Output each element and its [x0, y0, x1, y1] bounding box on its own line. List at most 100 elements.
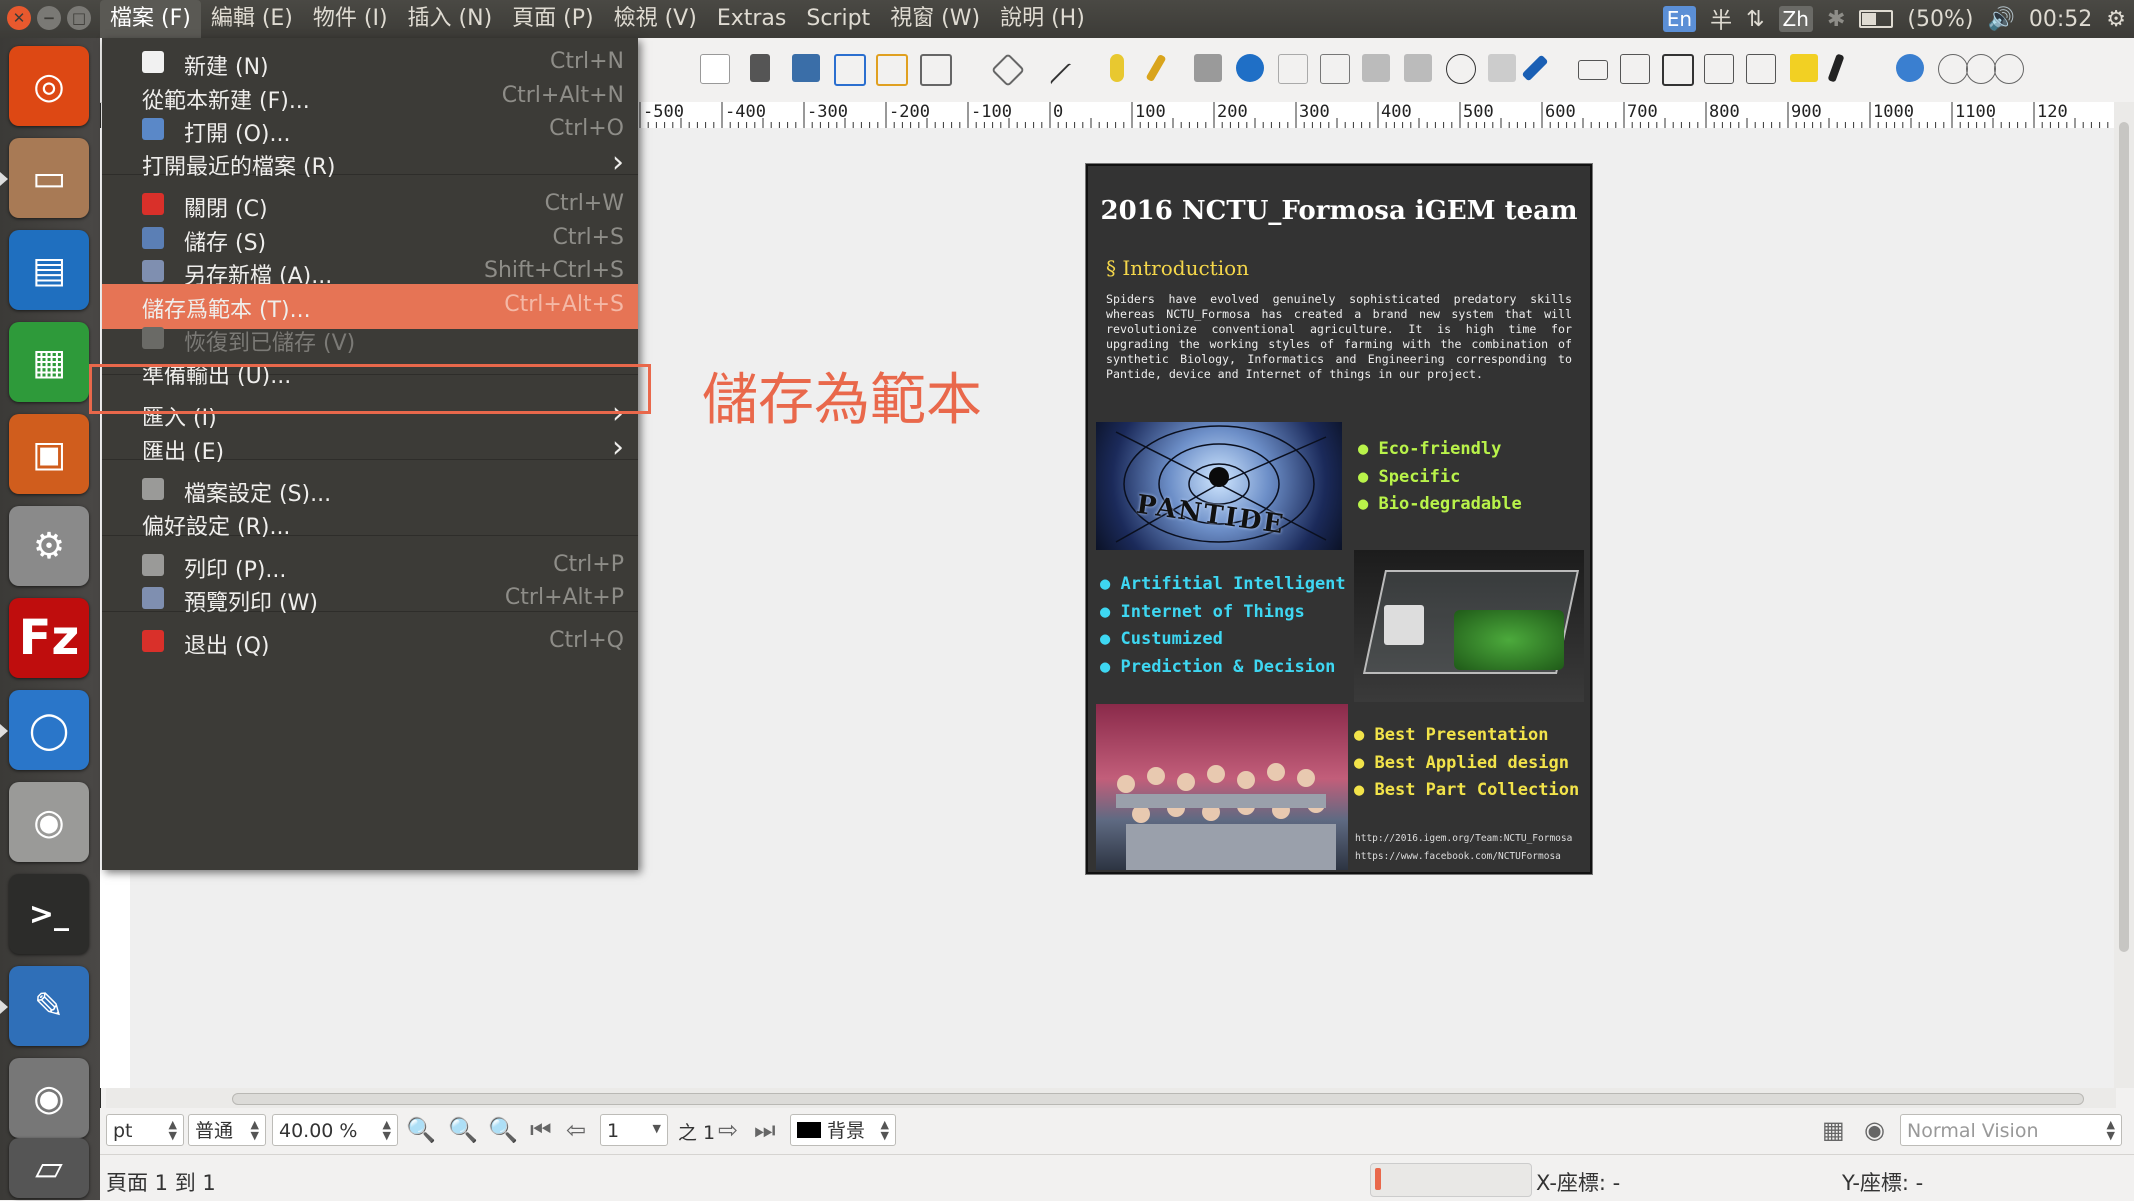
ubuntu-dash-icon[interactable]: ◎ — [9, 46, 89, 126]
copy-properties-icon[interactable] — [1488, 54, 1516, 82]
text-frame-icon[interactable] — [750, 54, 770, 82]
poster-page[interactable]: 2016 NCTU_Formosa iGEM team § Introducti… — [1086, 164, 1592, 874]
menu-edit[interactable]: 編輯 (E) — [201, 0, 303, 38]
freehand-icon[interactable] — [1145, 53, 1167, 83]
menu-insert[interactable]: 插入 (N) — [398, 0, 503, 38]
menu-item[interactable]: 物件 (I) — [303, 0, 398, 38]
vertical-scrollbar[interactable] — [2114, 102, 2134, 1088]
page-number-input[interactable]: 1 ▼ — [600, 1114, 668, 1146]
zoom-input[interactable]: 40.00 % ▲ ▼ — [272, 1114, 398, 1146]
impress-icon[interactable]: ▣ — [9, 414, 89, 494]
bluetooth-icon[interactable]: ✱ — [1827, 7, 1845, 32]
pdf-listbox-icon[interactable] — [1746, 54, 1776, 84]
award-item[interactable]: Best Applied design — [1354, 750, 1579, 778]
menu-extras[interactable]: Extras — [707, 0, 797, 38]
feature-item[interactable]: Eco-friendly — [1358, 436, 1522, 464]
pdf-annotation-icon[interactable] — [1790, 54, 1818, 82]
horizontal-scroll-thumb[interactable] — [232, 1093, 2084, 1105]
menu-item-open-recent[interactable]: 打開最近的檔案 (R) › — [102, 141, 638, 186]
render-frame-icon[interactable] — [834, 54, 866, 86]
zoom-out-icon[interactable]: 🔍 — [406, 1116, 436, 1144]
rotate-icon[interactable] — [1194, 54, 1222, 82]
pdf-link-icon[interactable] — [1827, 53, 1845, 83]
facebook-url[interactable]: https://www.facebook.com/NCTUFormosa — [1355, 848, 1572, 866]
minimize-window-button[interactable]: − — [37, 6, 61, 30]
table-icon[interactable] — [876, 54, 908, 86]
first-page-icon[interactable]: ⏮ — [530, 1116, 552, 1144]
image-frame-icon[interactable] — [792, 54, 820, 82]
team-photo[interactable] — [1096, 704, 1348, 870]
device-photo[interactable] — [1354, 550, 1584, 702]
bezier-icon[interactable] — [1110, 54, 1124, 82]
workspace-icon[interactable]: ▱ — [9, 1138, 89, 1198]
filezilla-icon[interactable]: Fz — [9, 598, 89, 678]
zoom-100-icon[interactable]: 🔍 — [448, 1116, 478, 1144]
menu-script[interactable]: Script — [796, 0, 880, 38]
volume-icon[interactable]: 🔊 — [1987, 7, 2014, 32]
menu-file[interactable]: 檔案 (F) — [100, 0, 201, 38]
menu-item-preferences[interactable]: 偏好設定 (R)... — [102, 501, 638, 546]
battery-icon[interactable] — [1859, 10, 1894, 28]
close-doc-icon[interactable] — [1994, 54, 2024, 84]
vision-select[interactable]: Normal Vision ▲ ▼ — [1900, 1114, 2122, 1146]
polygon-icon[interactable] — [991, 53, 1025, 87]
link-frames-icon[interactable] — [1362, 54, 1390, 82]
calc-icon[interactable]: ▦ — [9, 322, 89, 402]
award-item[interactable]: Best Part Collection — [1354, 777, 1579, 805]
preflight-icon[interactable] — [1896, 54, 1924, 82]
chromium-icon[interactable]: ◯ — [9, 690, 89, 770]
measure-icon[interactable] — [1446, 54, 1476, 84]
screenshot-icon[interactable]: ◉ — [9, 1058, 89, 1138]
menu-page[interactable]: 頁面 (P) — [502, 0, 603, 38]
visual-appearance-icon[interactable]: ◉ — [1864, 1116, 1885, 1144]
menu-view[interactable]: 檢視 (V) — [604, 0, 707, 38]
poster-intro-heading[interactable]: § Introduction — [1106, 256, 1249, 280]
files-icon[interactable]: ▭ — [9, 138, 89, 218]
unlink-frames-icon[interactable] — [1404, 54, 1432, 82]
pdf-combobox-icon[interactable] — [1704, 54, 1734, 84]
feature-item[interactable]: Artifitial Intelligent — [1100, 571, 1345, 599]
terminal-icon[interactable]: >_ — [9, 874, 89, 954]
settings-icon[interactable]: ⚙ — [9, 506, 89, 586]
menu-windows[interactable]: 視窗 (W) — [880, 0, 990, 38]
menu-item-quit[interactable]: 退出 (Q) Ctrl+Q — [102, 620, 638, 665]
pantide-spider-image[interactable]: PANTIDE — [1096, 422, 1342, 550]
feature-item[interactable]: Prediction & Decision — [1100, 654, 1346, 682]
eyedropper-icon[interactable] — [1521, 54, 1549, 82]
poster-intro-text[interactable]: Spiders have evolved genuinely sophistic… — [1106, 292, 1572, 382]
gear-icon[interactable]: ⚙ — [2106, 7, 2126, 32]
story-editor-icon[interactable] — [1320, 54, 1350, 84]
half-width-indicator[interactable]: 半 — [1710, 3, 1732, 35]
pdf-textfield-icon[interactable] — [1620, 54, 1650, 84]
pdf-checkbox-icon[interactable] — [1662, 54, 1694, 86]
layer-select[interactable]: 背景 ▲ ▼ — [790, 1114, 896, 1146]
clock[interactable]: 00:52 — [2029, 7, 2092, 32]
network-icon[interactable]: ⇅ — [1746, 7, 1764, 32]
vertical-scroll-thumb[interactable] — [2119, 122, 2129, 952]
unit-select[interactable]: pt ▲ ▼ — [106, 1114, 184, 1146]
restore-icon[interactable] — [1966, 54, 1996, 84]
next-page-icon[interactable]: ⇨ — [718, 1116, 738, 1144]
input-zh-indicator[interactable]: Zh — [1778, 6, 1813, 32]
menu-item-print-preview[interactable]: 預覽列印 (W) Ctrl+Alt+P — [102, 577, 638, 622]
horizontal-scrollbar[interactable] — [106, 1088, 2116, 1108]
horizontal-ruler[interactable]: -500 -400 -300 -200 -100 0 100 200 300 400 500 600 7… — [636, 102, 2114, 129]
edit-text-icon[interactable] — [1278, 54, 1308, 84]
previous-page-icon[interactable]: ⇦ — [566, 1116, 586, 1144]
input-en-indicator[interactable]: En — [1662, 6, 1697, 32]
select-tool-icon[interactable] — [700, 54, 730, 84]
menu-item-export[interactable]: 匯出 (E) › — [102, 426, 638, 471]
shape-icon[interactable] — [920, 54, 952, 86]
feature-item[interactable]: Bio-degradable — [1358, 491, 1521, 519]
line-icon[interactable] — [1049, 62, 1091, 104]
camera-icon[interactable]: ◉ — [9, 782, 89, 862]
zoom-icon[interactable] — [1236, 54, 1264, 82]
feature-item[interactable]: Specific — [1358, 464, 1522, 492]
award-item[interactable]: Best Presentation — [1354, 722, 1579, 750]
close-window-button[interactable]: ✕ — [7, 6, 31, 30]
igem-url[interactable]: http://2016.igem.org/Team:NCTU_Formosa — [1355, 830, 1572, 848]
mode-select[interactable]: 普通 ▲ ▼ — [188, 1114, 266, 1146]
pdf-button-icon[interactable] — [1578, 60, 1608, 80]
last-page-icon[interactable]: ⏭ — [754, 1116, 776, 1144]
feature-item[interactable]: Custumized — [1100, 626, 1346, 654]
